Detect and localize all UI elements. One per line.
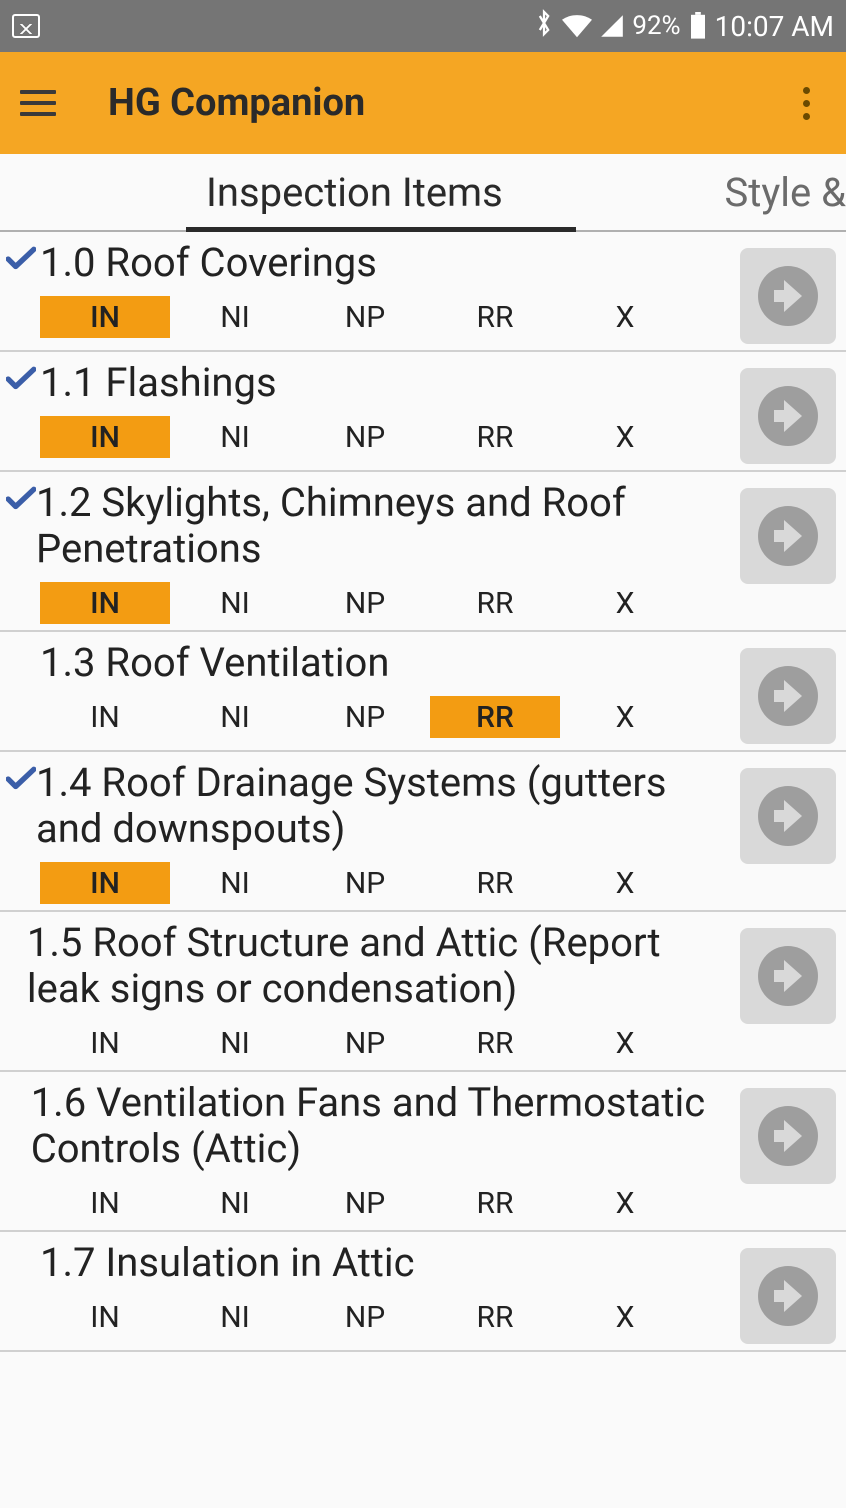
status-option-ni[interactable]: NI bbox=[170, 296, 300, 338]
detail-arrow-button[interactable] bbox=[740, 488, 836, 584]
status-option-ni[interactable]: NI bbox=[170, 582, 300, 624]
detail-arrow-button[interactable] bbox=[740, 368, 836, 464]
photo-icon bbox=[12, 14, 40, 38]
status-option-x[interactable]: X bbox=[560, 696, 690, 738]
status-option-in[interactable]: IN bbox=[40, 1022, 170, 1064]
wifi-icon bbox=[562, 14, 592, 38]
inspection-row: 1.4 Roof Drainage Systems (gutters and d… bbox=[0, 752, 846, 912]
inspection-row: 1.7 Insulation in Attic INNINPRRX bbox=[0, 1232, 846, 1352]
tab-indicator bbox=[186, 227, 576, 232]
checkmark-icon bbox=[0, 240, 40, 276]
inspection-item-title: 1.2 Skylights, Chimneys and Roof Penetra… bbox=[36, 480, 732, 572]
status-option-ni[interactable]: NI bbox=[170, 696, 300, 738]
status-option-np[interactable]: NP bbox=[300, 1022, 430, 1064]
status-option-x[interactable]: X bbox=[560, 862, 690, 904]
status-options: INNINPRRX bbox=[40, 1022, 732, 1064]
checkmark-icon bbox=[0, 1240, 40, 1246]
status-option-rr[interactable]: RR bbox=[430, 696, 560, 738]
detail-arrow-button[interactable] bbox=[740, 1248, 836, 1344]
checkmark-icon bbox=[0, 1080, 31, 1086]
battery-percent: 92% bbox=[632, 11, 680, 41]
checkmark-icon bbox=[0, 920, 27, 926]
status-option-in[interactable]: IN bbox=[40, 296, 170, 338]
status-option-np[interactable]: NP bbox=[300, 696, 430, 738]
status-option-rr[interactable]: RR bbox=[430, 416, 560, 458]
status-option-x[interactable]: X bbox=[560, 582, 690, 624]
inspection-row: 1.6 Ventilation Fans and Thermostatic Co… bbox=[0, 1072, 846, 1232]
status-option-in[interactable]: IN bbox=[40, 1182, 170, 1224]
status-option-rr[interactable]: RR bbox=[430, 582, 560, 624]
status-option-ni[interactable]: NI bbox=[170, 1182, 300, 1224]
status-option-np[interactable]: NP bbox=[300, 1296, 430, 1338]
status-option-in[interactable]: IN bbox=[40, 862, 170, 904]
status-option-rr[interactable]: RR bbox=[430, 862, 560, 904]
inspection-item-title: 1.1 Flashings bbox=[40, 360, 285, 406]
detail-arrow-button[interactable] bbox=[740, 248, 836, 344]
status-options: INNINPRRX bbox=[40, 582, 732, 624]
status-option-np[interactable]: NP bbox=[300, 862, 430, 904]
inspection-item-title: 1.5 Roof Structure and Attic (Report lea… bbox=[27, 920, 732, 1012]
status-option-rr[interactable]: RR bbox=[430, 296, 560, 338]
detail-arrow-button[interactable] bbox=[740, 1088, 836, 1184]
cell-signal-icon bbox=[600, 14, 624, 38]
inspection-item-title: 1.7 Insulation in Attic bbox=[40, 1240, 423, 1286]
status-option-np[interactable]: NP bbox=[300, 416, 430, 458]
status-option-rr[interactable]: RR bbox=[430, 1022, 560, 1064]
status-option-ni[interactable]: NI bbox=[170, 862, 300, 904]
status-option-np[interactable]: NP bbox=[300, 582, 430, 624]
tab-inspection-items[interactable]: Inspection Items bbox=[186, 154, 523, 230]
status-option-x[interactable]: X bbox=[560, 1182, 690, 1224]
detail-arrow-button[interactable] bbox=[740, 928, 836, 1024]
clock-time: 10:07 AM bbox=[715, 10, 834, 43]
overflow-menu-button[interactable] bbox=[786, 79, 826, 127]
inspection-item-title: 1.4 Roof Drainage Systems (gutters and d… bbox=[36, 760, 732, 852]
status-option-in[interactable]: IN bbox=[40, 416, 170, 458]
status-bar: 92% 10:07 AM bbox=[0, 0, 846, 52]
status-option-rr[interactable]: RR bbox=[430, 1296, 560, 1338]
inspection-row: 1.0 Roof Coverings INNINPRRX bbox=[0, 232, 846, 352]
hamburger-menu-button[interactable] bbox=[20, 79, 68, 127]
status-option-rr[interactable]: RR bbox=[430, 1182, 560, 1224]
app-title: HG Companion bbox=[108, 81, 786, 125]
inspection-row: 1.1 Flashings INNINPRRX bbox=[0, 352, 846, 472]
status-option-x[interactable]: X bbox=[560, 416, 690, 458]
checkmark-icon bbox=[0, 480, 36, 516]
inspection-row: 1.3 Roof Ventilation INNINPRRX bbox=[0, 632, 846, 752]
status-option-ni[interactable]: NI bbox=[170, 416, 300, 458]
inspection-item-title: 1.0 Roof Coverings bbox=[40, 240, 385, 286]
status-option-in[interactable]: IN bbox=[40, 696, 170, 738]
inspection-row: 1.5 Roof Structure and Attic (Report lea… bbox=[0, 912, 846, 1072]
status-options: INNINPRRX bbox=[40, 1296, 732, 1338]
status-option-x[interactable]: X bbox=[560, 1022, 690, 1064]
checkmark-icon bbox=[0, 640, 40, 646]
status-option-ni[interactable]: NI bbox=[170, 1022, 300, 1064]
detail-arrow-button[interactable] bbox=[740, 648, 836, 744]
status-options: INNINPRRX bbox=[40, 296, 732, 338]
inspection-item-title: 1.3 Roof Ventilation bbox=[40, 640, 397, 686]
status-option-x[interactable]: X bbox=[560, 296, 690, 338]
status-option-ni[interactable]: NI bbox=[170, 1296, 300, 1338]
bluetooth-icon bbox=[534, 9, 554, 43]
tab-style[interactable]: Style & bbox=[704, 154, 846, 230]
status-options: INNINPRRX bbox=[40, 1182, 732, 1224]
battery-icon bbox=[689, 12, 707, 40]
app-bar: HG Companion bbox=[0, 52, 846, 154]
status-options: INNINPRRX bbox=[40, 696, 732, 738]
status-option-x[interactable]: X bbox=[560, 1296, 690, 1338]
inspection-item-title: 1.6 Ventilation Fans and Thermostatic Co… bbox=[31, 1080, 732, 1172]
inspection-row: 1.2 Skylights, Chimneys and Roof Penetra… bbox=[0, 472, 846, 632]
detail-arrow-button[interactable] bbox=[740, 768, 836, 864]
status-option-np[interactable]: NP bbox=[300, 296, 430, 338]
status-options: INNINPRRX bbox=[40, 862, 732, 904]
status-option-in[interactable]: IN bbox=[40, 582, 170, 624]
status-option-np[interactable]: NP bbox=[300, 1182, 430, 1224]
status-options: INNINPRRX bbox=[40, 416, 732, 458]
inspection-item-list: 1.0 Roof CoveringsINNINPRRX1.1 Flashings… bbox=[0, 232, 846, 1352]
checkmark-icon bbox=[0, 360, 40, 396]
status-option-in[interactable]: IN bbox=[40, 1296, 170, 1338]
tab-bar: Inspection Items Style & bbox=[0, 154, 846, 232]
checkmark-icon bbox=[0, 760, 36, 796]
